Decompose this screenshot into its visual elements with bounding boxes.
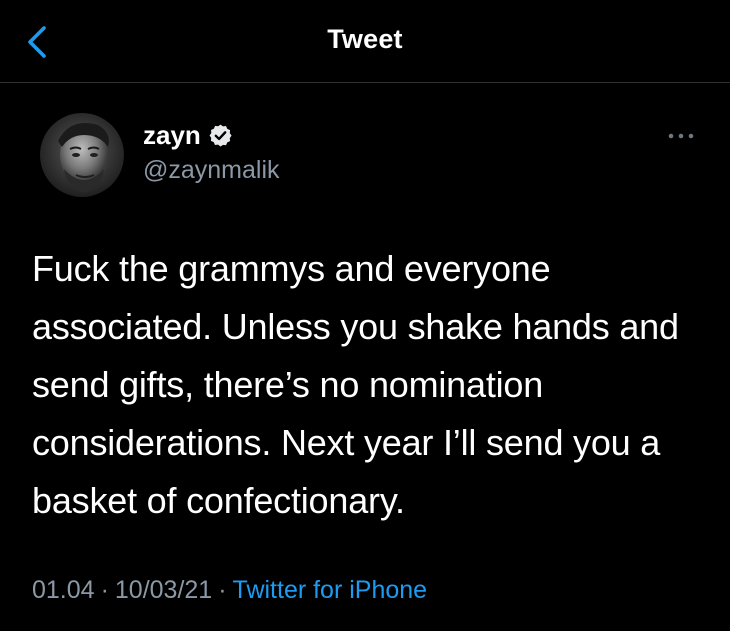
tweet-body-text: Fuck the grammys and everyone associated… xyxy=(32,248,679,521)
tweet-source-link[interactable]: Twitter for iPhone xyxy=(233,576,428,604)
more-options-button[interactable] xyxy=(664,128,700,144)
author-name-row[interactable]: zayn xyxy=(143,118,233,152)
verified-badge-icon xyxy=(208,123,233,148)
avatar-photo-icon xyxy=(40,113,124,197)
author-handle[interactable]: @zaynmalik xyxy=(143,156,280,185)
tweet-date: 10/03/21 xyxy=(114,576,213,604)
meta-separator: · xyxy=(100,576,109,604)
more-horizontal-icon xyxy=(668,133,694,139)
tweet-metadata: 01.04 · 10/03/21 · Twitter for iPhone xyxy=(32,576,427,605)
page-title: Tweet xyxy=(327,24,403,54)
meta-separator: · xyxy=(218,576,227,604)
top-navigation-bar: Tweet xyxy=(0,0,730,83)
author-display-name[interactable]: zayn xyxy=(143,120,201,151)
tweet-time: 01.04 xyxy=(32,576,95,604)
author-avatar[interactable] xyxy=(40,113,124,197)
